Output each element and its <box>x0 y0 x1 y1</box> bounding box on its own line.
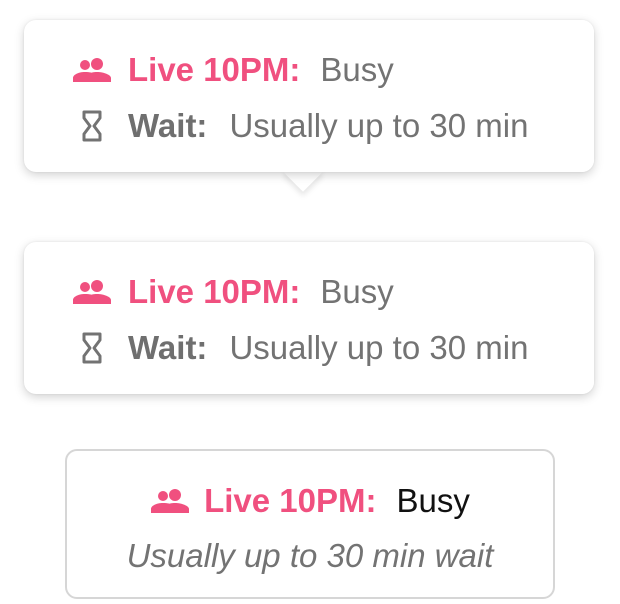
live-label: Live 10PM: <box>204 482 377 519</box>
wait-text: Usually up to 30 min wait <box>126 537 494 574</box>
hourglass-icon <box>72 106 112 146</box>
live-busyness-tooltip-with-pointer: Live 10PM: Busy Wait: Usually up to 30 m… <box>24 20 594 172</box>
live-row: Live 10PM: Busy <box>72 50 394 90</box>
live-value: Busy <box>396 482 470 519</box>
wait-value: Usually up to 30 min <box>229 107 529 144</box>
live-value: Busy <box>320 273 394 310</box>
live-label: Live 10PM: <box>128 273 301 310</box>
wait-row: Wait: Usually up to 30 min <box>72 328 528 368</box>
live-row: Live 10PM: Busy <box>67 481 553 521</box>
live-busyness-outlined-card: Live 10PM: Busy Usually up to 30 min wai… <box>65 449 555 599</box>
wait-label: Wait: <box>128 329 208 366</box>
people-icon <box>72 50 112 90</box>
people-icon <box>150 481 190 521</box>
live-busyness-tooltip: Live 10PM: Busy Wait: Usually up to 30 m… <box>24 242 594 394</box>
wait-label: Wait: <box>128 107 208 144</box>
live-value: Busy <box>320 51 394 88</box>
live-label: Live 10PM: <box>128 51 301 88</box>
hourglass-icon <box>72 328 112 368</box>
wait-row: Wait: Usually up to 30 min <box>72 106 528 146</box>
wait-value: Usually up to 30 min <box>229 329 529 366</box>
people-icon <box>72 272 112 312</box>
popular-times-tooltips: Live 10PM: Busy Wait: Usually up to 30 m… <box>0 0 620 604</box>
live-row: Live 10PM: Busy <box>72 272 394 312</box>
